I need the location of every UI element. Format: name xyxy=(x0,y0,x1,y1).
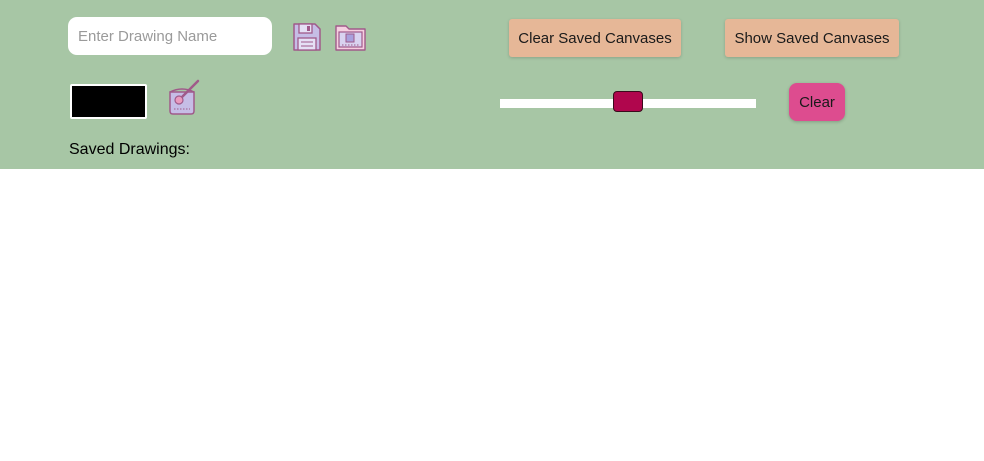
paint-bucket-icon xyxy=(169,79,200,115)
fill-bucket-button[interactable] xyxy=(164,78,202,116)
clear-saved-canvases-button[interactable]: Clear Saved Canvases xyxy=(509,19,681,57)
show-saved-canvases-button[interactable]: Show Saved Canvases xyxy=(725,19,899,57)
load-drawing-button[interactable] xyxy=(334,22,367,52)
save-drawing-button[interactable] xyxy=(291,21,323,53)
open-folder-icon xyxy=(335,25,366,51)
floppy-disk-icon xyxy=(293,23,321,51)
drawing-name-input[interactable] xyxy=(68,17,272,55)
toolbar: Clear Saved Canvases Show Saved Canvases… xyxy=(0,0,984,169)
brush-size-slider[interactable] xyxy=(500,91,756,112)
color-picker[interactable] xyxy=(70,84,147,119)
saved-drawings-label: Saved Drawings: xyxy=(69,141,190,158)
drawing-canvas[interactable] xyxy=(0,169,984,461)
clear-canvas-button[interactable]: Clear xyxy=(789,83,845,121)
brush-size-slider-thumb[interactable] xyxy=(613,91,643,112)
